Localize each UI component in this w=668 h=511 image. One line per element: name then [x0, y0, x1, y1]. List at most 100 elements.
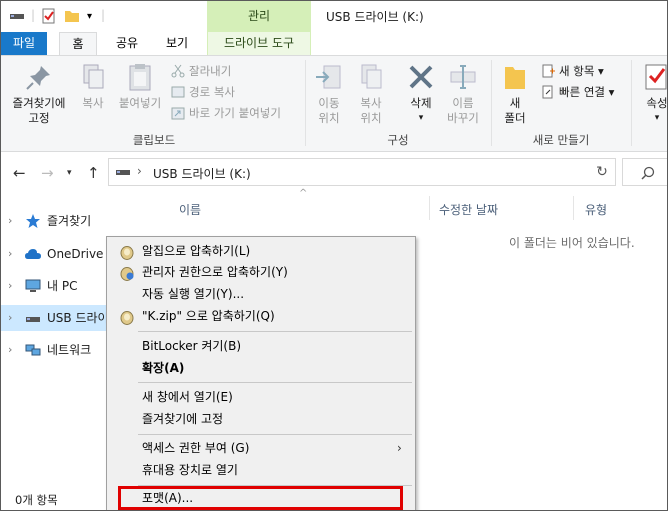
- organize-group-label: 구성: [387, 133, 409, 147]
- ribbon: 즐겨찾기에 고정 복사 붙여넣기 잘라내기 경로 복사 바로 가기 붙여넣기 클…: [1, 55, 667, 152]
- tab-share[interactable]: 공유: [109, 32, 145, 55]
- back-arrow-icon[interactable]: ←: [13, 164, 26, 182]
- new-item-icon: [541, 64, 555, 78]
- nav-label: 내 PC: [47, 279, 78, 293]
- new-item-button[interactable]: 새 항목 ▾: [541, 62, 604, 80]
- properties-quick-icon[interactable]: [41, 8, 57, 27]
- menu-item-label: 휴대용 장치로 열기: [142, 463, 238, 477]
- submenu-chevron-icon: ›: [397, 441, 402, 455]
- copy-path-label: 경로 복사: [189, 85, 235, 99]
- menu-item-label: 알집으로 압축하기(L): [142, 244, 251, 258]
- usb-drive-icon: [26, 317, 40, 322]
- menu-item-label: 액세스 권한 부여 (G): [142, 441, 250, 455]
- copy-to-label: 복사 위치: [360, 96, 382, 125]
- customize-quick-access-icon[interactable]: ▾: [87, 11, 92, 22]
- menu-item-compress-k-zip[interactable]: "K.zip" 으로 압축하기(Q): [109, 306, 413, 327]
- copy-button[interactable]: 복사: [75, 62, 111, 111]
- column-type[interactable]: 유형: [585, 201, 607, 218]
- tab-view[interactable]: 보기: [159, 32, 195, 55]
- up-arrow-icon[interactable]: ↑: [87, 164, 100, 182]
- search-icon: [641, 166, 655, 180]
- rename-button[interactable]: 이름 바꾸기: [443, 62, 483, 126]
- properties-icon: [645, 64, 667, 90]
- menu-item-label: 확장(A): [142, 361, 185, 375]
- search-box[interactable]: [622, 158, 667, 186]
- status-bar-item-count: 0개 항목: [15, 493, 58, 507]
- menu-item-alzip-admin-compress[interactable]: 관리자 권한으로 압축하기(Y): [109, 262, 413, 283]
- pin-label: 즐겨찾기에 고정: [12, 96, 66, 125]
- copy-path-icon: [171, 85, 185, 99]
- navigation-bar: ← → ▾ ↑ › USB 드라이브 (K:) ▾: [1, 158, 667, 188]
- column-date-modified[interactable]: 수정한 날짜: [439, 201, 498, 218]
- expand-chevron-icon[interactable]: ›: [8, 241, 12, 267]
- new-folder-label: 새 폴더: [504, 96, 526, 125]
- expand-chevron-icon[interactable]: ›: [8, 208, 12, 234]
- easy-access-label: 빠른 연결: [559, 85, 605, 99]
- column-divider[interactable]: [429, 196, 430, 220]
- ribbon-separator: [491, 60, 492, 146]
- copy-path-button[interactable]: 경로 복사: [171, 83, 235, 101]
- nav-item-quick-access[interactable]: › 즐겨찾기: [1, 208, 161, 234]
- new-folder-quick-icon[interactable]: [64, 8, 80, 27]
- menu-item-expand[interactable]: 확장(A): [109, 358, 413, 379]
- toolbar-divider: |: [31, 8, 36, 22]
- properties-dropdown-icon[interactable]: ▾: [637, 111, 667, 126]
- tab-drive-tools[interactable]: 드라이브 도구: [207, 32, 311, 55]
- alzip-icon: [120, 311, 134, 325]
- tab-home[interactable]: 홈: [59, 32, 97, 56]
- address-path[interactable]: USB 드라이브 (K:): [153, 165, 251, 182]
- cut-button[interactable]: 잘라내기: [171, 62, 231, 80]
- menu-item-open-portable-device[interactable]: 휴대용 장치로 열기: [109, 460, 413, 481]
- pin-to-quick-access-button[interactable]: 즐겨찾기에 고정: [5, 62, 73, 126]
- new-group-label: 새로 만들기: [532, 133, 590, 147]
- expand-chevron-icon[interactable]: ›: [8, 305, 12, 331]
- ribbon-separator: [631, 60, 632, 146]
- manage-contextual-tab[interactable]: 관리: [207, 1, 311, 32]
- menu-item-bitlocker[interactable]: BitLocker 켜기(B): [109, 336, 413, 357]
- paste-shortcut-label: 바로 가기 붙여넣기: [189, 106, 281, 120]
- delete-dropdown-icon[interactable]: ▾: [401, 111, 441, 126]
- paste-button[interactable]: 붙여넣기: [113, 62, 167, 111]
- move-to-icon: [316, 65, 341, 89]
- breadcrumb-chevron-icon[interactable]: ›: [137, 164, 142, 178]
- properties-button[interactable]: 속성 ▾: [637, 62, 668, 126]
- menu-item-label: 관리자 권한으로 압축하기(Y): [142, 265, 288, 279]
- menu-item-give-access[interactable]: 액세스 권한 부여 (G) ›: [109, 438, 413, 459]
- tab-file[interactable]: 파일: [1, 32, 47, 55]
- recent-locations-icon[interactable]: ▾: [67, 168, 72, 178]
- column-name[interactable]: 이름: [179, 201, 201, 218]
- address-bar[interactable]: › USB 드라이브 (K:) ▾: [108, 158, 616, 186]
- move-to-button[interactable]: 이동 위치: [309, 62, 349, 126]
- nav-label: 네트워크: [47, 343, 92, 357]
- new-folder-button[interactable]: 새 폴더: [497, 62, 533, 126]
- sort-caret-icon: ^: [299, 188, 308, 199]
- delete-button[interactable]: 삭제 ▾: [401, 62, 441, 126]
- move-to-label: 이동 위치: [318, 96, 340, 125]
- copy-label: 복사: [82, 96, 104, 110]
- copy-icon: [83, 64, 104, 89]
- menu-item-alzip-compress[interactable]: 알집으로 압축하기(L): [109, 241, 413, 262]
- network-icon: [25, 344, 41, 356]
- empty-folder-message: 이 폴더는 비어 있습니다.: [509, 236, 635, 250]
- menu-item-pin-quick-access[interactable]: 즐겨찾기에 고정: [109, 409, 413, 430]
- expand-chevron-icon[interactable]: ›: [8, 337, 12, 363]
- menu-separator: [138, 434, 412, 435]
- forward-arrow-icon[interactable]: →: [41, 164, 54, 182]
- refresh-icon[interactable]: ↻: [589, 158, 616, 186]
- menu-item-open-new-window[interactable]: 새 창에서 열기(E): [109, 387, 413, 408]
- format-highlight-box: [118, 486, 403, 510]
- cloud-icon: [25, 249, 41, 259]
- expand-chevron-icon[interactable]: ›: [8, 273, 12, 299]
- menu-item-open-autoplay[interactable]: 자동 실행 열기(Y)...: [109, 284, 413, 305]
- copy-to-button[interactable]: 복사 위치: [351, 62, 391, 126]
- column-divider[interactable]: [573, 196, 574, 220]
- paste-shortcut-button[interactable]: 바로 가기 붙여넣기: [171, 104, 281, 122]
- title-bar: | ▾ | 관리 USB 드라이브 (K:): [1, 1, 667, 32]
- scissors-icon: [171, 64, 185, 78]
- pin-icon: [26, 66, 50, 90]
- column-header: ^ 이름 수정한 날짜 유형: [161, 188, 667, 221]
- nav-label: USB 드라이: [47, 311, 109, 325]
- easy-access-button[interactable]: 빠른 연결 ▾: [541, 83, 614, 101]
- properties-label: 속성: [646, 96, 668, 110]
- rename-label: 이름 바꾸기: [447, 96, 479, 125]
